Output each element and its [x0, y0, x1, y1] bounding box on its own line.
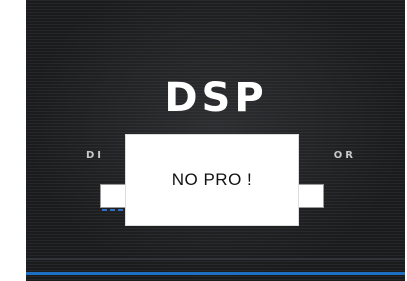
subtitle-right-text: OR	[333, 150, 356, 161]
subtitle-left-text: DI	[86, 150, 105, 161]
app-window: DSP DI OR NO PRO !	[26, 0, 405, 281]
input-field-right[interactable]	[296, 184, 324, 208]
bottom-accent-bar	[26, 272, 405, 275]
dsp-logo: DSP	[164, 75, 268, 121]
message-dialog[interactable]: NO PRO !	[126, 135, 298, 225]
progress-indicator	[102, 209, 128, 211]
bottom-divider	[26, 258, 405, 260]
dialog-message: NO PRO !	[171, 170, 253, 189]
